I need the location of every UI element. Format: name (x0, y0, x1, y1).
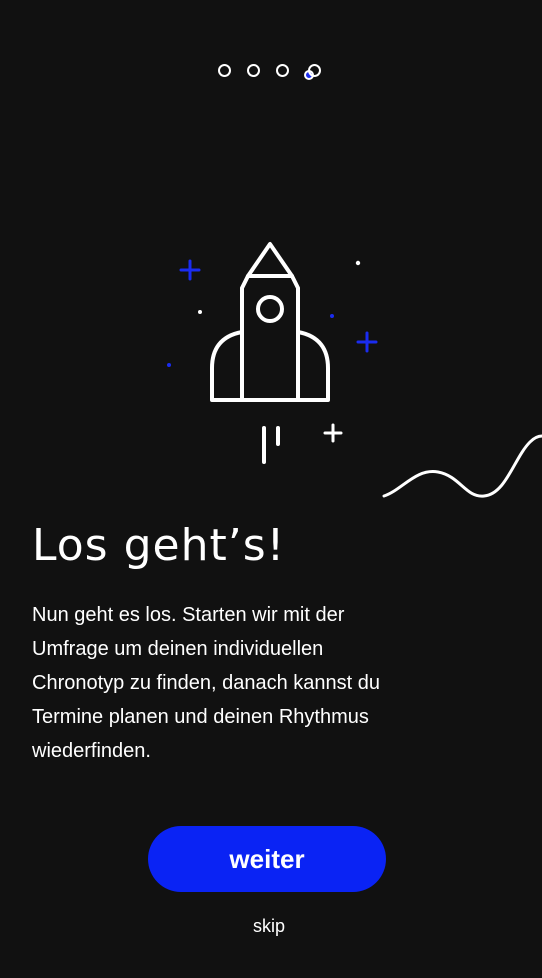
pagination-dots (218, 62, 328, 84)
pagination-dot-3[interactable] (276, 64, 289, 77)
rocket-illustration (167, 242, 378, 464)
blue-plus-sparkle-right (356, 331, 378, 353)
skip-link[interactable]: skip (229, 916, 309, 937)
blue-star-dot (167, 363, 171, 367)
white-star-dot (198, 310, 202, 314)
white-plus-sparkle (323, 423, 343, 443)
intro-description: Nun geht es los. Starten wir mit der Umf… (32, 604, 381, 762)
page-title: Los geht’s! (32, 520, 286, 571)
pagination-dot-2[interactable] (247, 64, 260, 77)
pagination-dot-4[interactable] (308, 64, 321, 77)
rocket-icon (210, 242, 330, 464)
pagination-dot-1[interactable] (218, 64, 231, 77)
decorative-squiggle-line (382, 434, 542, 498)
white-star-dot (355, 260, 361, 266)
next-button[interactable]: weiter (148, 826, 386, 892)
blue-plus-sparkle-left (179, 259, 201, 281)
blue-star-dot (330, 314, 334, 318)
